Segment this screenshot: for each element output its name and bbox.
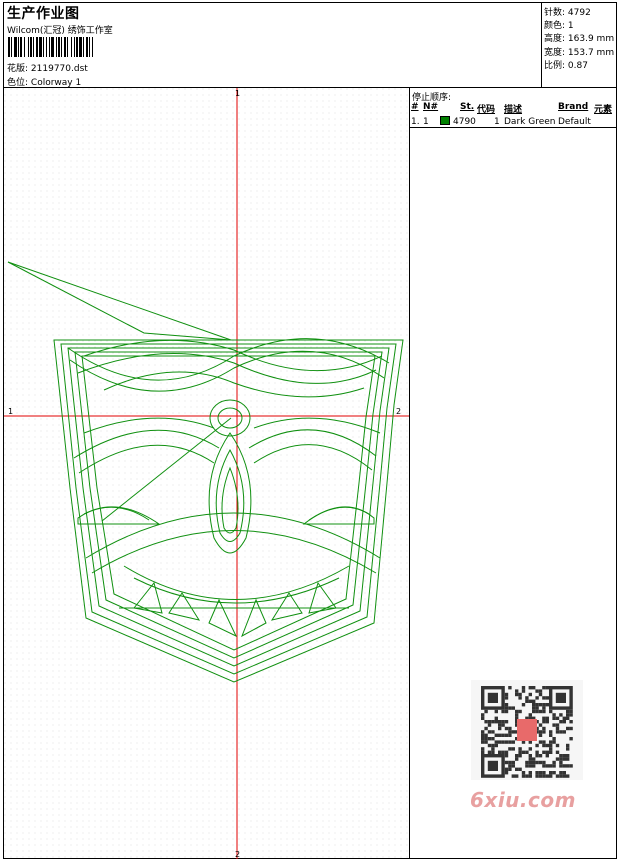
height-info: 高度: 163.9 mm	[544, 31, 614, 44]
col-header-description: 描述	[504, 105, 523, 115]
width-label: 宽度:	[544, 48, 566, 58]
page-title: 生产作业图	[7, 6, 80, 22]
color-swatch	[440, 116, 450, 125]
col-header-code: 代码	[477, 105, 496, 115]
row-n: 1	[423, 117, 429, 127]
studio-name: Wilcom(汇冠) 绣饰工作室	[7, 26, 113, 36]
colorway-value: Colorway 1	[30, 78, 82, 88]
width-value: 153.7 mm	[567, 48, 615, 58]
colors-info: 颜色: 1	[544, 18, 574, 31]
axis-label-right: 2	[396, 407, 401, 416]
info-separator	[541, 2, 542, 88]
design-label: 花版:	[7, 64, 29, 74]
axis-label-left: 1	[8, 407, 13, 416]
qr-code-image	[471, 680, 583, 780]
axis-label-bottom: 2	[235, 850, 240, 859]
scale-value: 0.87	[567, 61, 588, 71]
stitches-info: 针数: 4792	[544, 5, 591, 18]
colorway-label: 色位:	[7, 78, 29, 88]
col-header-stitches: St.	[460, 102, 475, 112]
watermark-text: 6xiu.com	[470, 788, 576, 812]
row-description: Dark Green	[504, 117, 556, 127]
col-header-n: N#	[423, 102, 439, 112]
colorway-row: 色位: Colorway 1	[7, 75, 81, 88]
barcode	[8, 37, 93, 57]
table-separator	[409, 127, 617, 128]
row-num: 1.	[411, 117, 420, 127]
design-value: 2119770.dst	[30, 64, 88, 74]
col-header-brand: Brand	[558, 102, 589, 112]
grid-background	[4, 88, 409, 859]
stitches-value: 4792	[567, 8, 591, 18]
scale-info: 比例: 0.87	[544, 58, 588, 71]
design-row: 花版: 2119770.dst	[7, 61, 88, 74]
width-info: 宽度: 153.7 mm	[544, 45, 614, 58]
col-header-element: 元素	[594, 105, 613, 115]
row-code: 1	[494, 117, 500, 127]
scale-label: 比例:	[544, 61, 566, 71]
sidebar-separator	[409, 88, 410, 859]
row-stitches: 4790	[453, 117, 476, 127]
height-label: 高度:	[544, 34, 566, 44]
row-brand: Default	[558, 117, 591, 127]
colors-label: 颜色:	[544, 21, 566, 31]
stitches-label: 针数:	[544, 8, 566, 18]
col-header-num: #	[411, 102, 419, 112]
colors-value: 1	[567, 21, 574, 31]
height-value: 163.9 mm	[567, 34, 615, 44]
embroidery-preview: 1 2 1 2	[4, 88, 409, 859]
axis-label-top: 1	[235, 89, 240, 98]
